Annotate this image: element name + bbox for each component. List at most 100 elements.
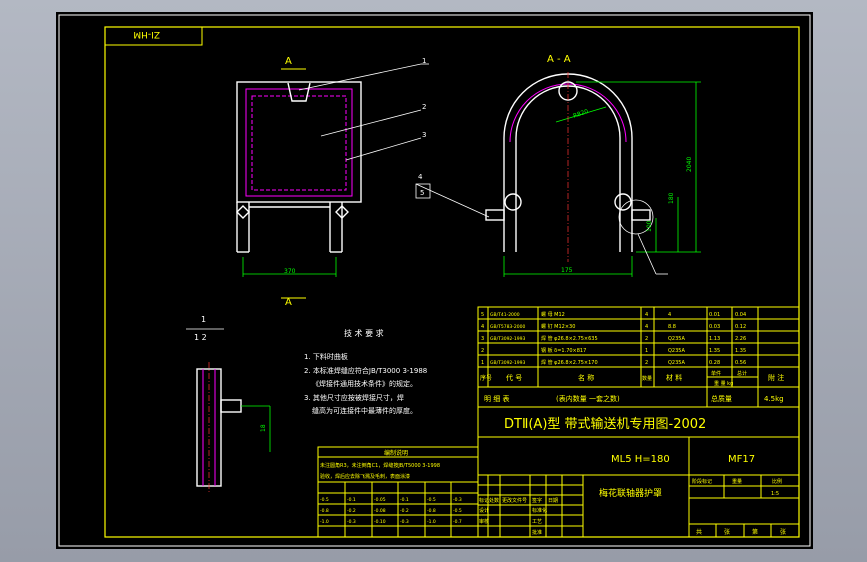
sheet-cell-4: 张 bbox=[780, 528, 786, 536]
parts-list: 5 GB/T41-2000 螺 母 M12 4 4 0.01 0.04 4 GB/T5783-2… bbox=[477, 306, 800, 388]
note-title: 编制说明 bbox=[384, 449, 408, 457]
drawing-no: MF17 bbox=[728, 454, 755, 465]
callout-5: 5 bbox=[420, 189, 424, 197]
scale-cell-1: 阶段标记 bbox=[692, 478, 712, 485]
title-main: DTⅡ(A)型 带式输送机专用图-2002 bbox=[504, 416, 706, 432]
note-cell: -1.0 bbox=[427, 519, 436, 525]
parts-cell-qty: 2 bbox=[645, 360, 648, 366]
sign-cell-8: 审核 bbox=[479, 518, 489, 525]
hdr-mat: 材 料 bbox=[666, 373, 682, 382]
parts-cell-w1: 0.03 bbox=[709, 324, 720, 330]
sign-cell-6: 设计 bbox=[479, 507, 489, 514]
parts-cell-mat: Q235A bbox=[668, 360, 685, 366]
tech-req-2: 2. 本标准焊缝应符合JB/T3000 3-1988 bbox=[304, 366, 427, 375]
note-cell: -0.10 bbox=[374, 519, 386, 525]
total-value: 4.5kg bbox=[764, 395, 784, 403]
section-label-bottom: A bbox=[285, 297, 292, 308]
parts-cell-no: 3 bbox=[481, 336, 484, 342]
callout-1: 1 bbox=[422, 57, 426, 65]
parts-cell-no: 1 bbox=[481, 360, 484, 366]
note-cell: -0.8 bbox=[427, 508, 436, 514]
dim-height-low: 100 bbox=[646, 220, 653, 232]
hdr-qty: 数量 bbox=[642, 375, 652, 382]
parts-cell-mat: Q235A bbox=[668, 336, 685, 342]
sign-cell-4: 签字 bbox=[532, 497, 542, 504]
sign-cell-9: 工艺 bbox=[532, 519, 542, 525]
tech-requirements: 技 术 要 求 1. 下料时曲板 2. 本标准焊缝应符合JB/T3000 3-1… bbox=[304, 328, 427, 415]
sheet-cell-2: 张 bbox=[724, 528, 730, 536]
spec: ML5 H=180 bbox=[611, 454, 670, 465]
hdr-unit: 单件 bbox=[711, 370, 721, 377]
drawing-canvas: ZI-HM A A A - A 370 1 2 3 R820 175 2040 … bbox=[58, 14, 811, 547]
note-box: 编制说明 未注圆角R3，未注倒角C1，焊缝按JB/T5000 3-1998 验收… bbox=[317, 446, 479, 538]
detail-row-label: 明 细 表 bbox=[484, 394, 509, 403]
note-cell: -0.5 bbox=[427, 497, 436, 503]
note-cell: -0.3 bbox=[453, 497, 462, 503]
title-block: DTⅡ(A)型 带式输送机专用图-2002 ML5 H=180 MF17 梅花联… bbox=[477, 406, 800, 538]
parts-cell-qty: 1 bbox=[645, 348, 648, 354]
detail-row-box bbox=[477, 386, 800, 408]
tech-req-4: 3. 其他尺寸应按被焊接尺寸，焊 bbox=[304, 393, 404, 402]
section-aa-label: A - A bbox=[547, 54, 571, 65]
parts-cell-name: 螺 母 M12 bbox=[541, 311, 565, 318]
hdr-name: 名 称 bbox=[578, 373, 594, 382]
parts-cell-name: 焊 管 φ26.8×2.75×170 bbox=[541, 359, 598, 366]
parts-cell-mat: 4 bbox=[668, 312, 671, 318]
sign-cell-1: 标记 bbox=[479, 497, 489, 504]
part-name: 梅花联轴器护罩 bbox=[599, 487, 662, 499]
note-cell: -0.2 bbox=[347, 508, 356, 514]
parts-cell-code: GB/T3092-1993 bbox=[490, 360, 526, 366]
parts-cell-w1: 1.13 bbox=[709, 336, 720, 342]
sign-cell-7: 标准化 bbox=[532, 507, 547, 514]
tech-req-title: 技 术 要 求 bbox=[344, 328, 384, 338]
parts-cell-w1: 0.28 bbox=[709, 360, 720, 366]
note-cell: -0.3 bbox=[347, 519, 356, 525]
dim-height-mid: 180 bbox=[668, 192, 675, 204]
callout-4: 4 bbox=[418, 173, 423, 181]
parts-cell-name: 焊 管 φ26.8×2.75×635 bbox=[541, 335, 598, 342]
tech-req-3: 《焊接件通用技术条件》的规定。 bbox=[312, 379, 417, 388]
hdr-weight: 重 量 kg bbox=[714, 380, 733, 387]
parts-cell-code: GB/T3092-1993 bbox=[490, 336, 526, 342]
parts-cell-w1: 0.01 bbox=[709, 312, 720, 318]
cad-viewport[interactable]: ZI-HM A A A - A 370 1 2 3 R820 175 2040 … bbox=[56, 12, 813, 549]
detail-view: 1 1 2 18 bbox=[186, 315, 271, 494]
parts-cell-qty: 4 bbox=[645, 324, 648, 330]
hdr-total: 总计 bbox=[737, 370, 747, 377]
parts-cell-w2: 1.35 bbox=[735, 348, 746, 354]
parts-cell-name: 钢 板 δ=1.70×817 bbox=[541, 347, 586, 354]
detail-scale-num: 1 bbox=[201, 315, 206, 324]
note-cell: -0.2 bbox=[400, 508, 409, 514]
note-line-2: 验收，焊后应去除飞溅及毛刺，表面涂漆 bbox=[320, 473, 410, 480]
parts-cell-w2: 0.04 bbox=[735, 312, 746, 318]
dim-radius: R820 bbox=[572, 108, 589, 120]
note-cell: -0.3 bbox=[400, 519, 409, 525]
note-cell: -0.1 bbox=[347, 497, 356, 503]
parts-cell-mat: Q235A bbox=[668, 348, 685, 354]
sheet-cell-1: 共 bbox=[696, 528, 702, 536]
parts-cell-w2: 2.26 bbox=[735, 336, 746, 342]
stamp-text: ZI-HM bbox=[133, 29, 160, 39]
sign-cell-5: 日期 bbox=[548, 498, 558, 504]
note-cell: -0.7 bbox=[453, 519, 462, 525]
section-label-top: A bbox=[285, 56, 292, 67]
parts-cell-w2: 0.56 bbox=[735, 360, 746, 366]
hdr-code: 代 号 bbox=[506, 373, 522, 382]
dim-detail: 18 bbox=[260, 424, 267, 432]
hdr-no: 序号 bbox=[480, 374, 492, 382]
dim-front-width: 370 bbox=[284, 268, 296, 275]
parts-cell-w2: 0.12 bbox=[735, 324, 746, 330]
note-cell: -0.1 bbox=[400, 497, 409, 503]
parts-cell-no: 4 bbox=[481, 324, 484, 330]
detail-scale-den: 1 2 bbox=[194, 333, 207, 342]
scale-value: 1:5 bbox=[771, 491, 779, 497]
parts-cell-code: GB/T5783-2000 bbox=[490, 324, 526, 330]
parts-cell-w1: 1.35 bbox=[709, 348, 720, 354]
parts-cell-qty: 2 bbox=[645, 336, 648, 342]
parts-cell-no: 2 bbox=[481, 348, 484, 354]
tech-req-5: 缝高为可连接件中最薄件的厚度。 bbox=[312, 406, 417, 415]
sign-cell-2: 处数 bbox=[489, 497, 499, 504]
parts-cell-code: GB/T41-2000 bbox=[490, 312, 520, 318]
sign-cell-10: 批准 bbox=[532, 529, 542, 536]
callout-2: 2 bbox=[422, 103, 426, 111]
